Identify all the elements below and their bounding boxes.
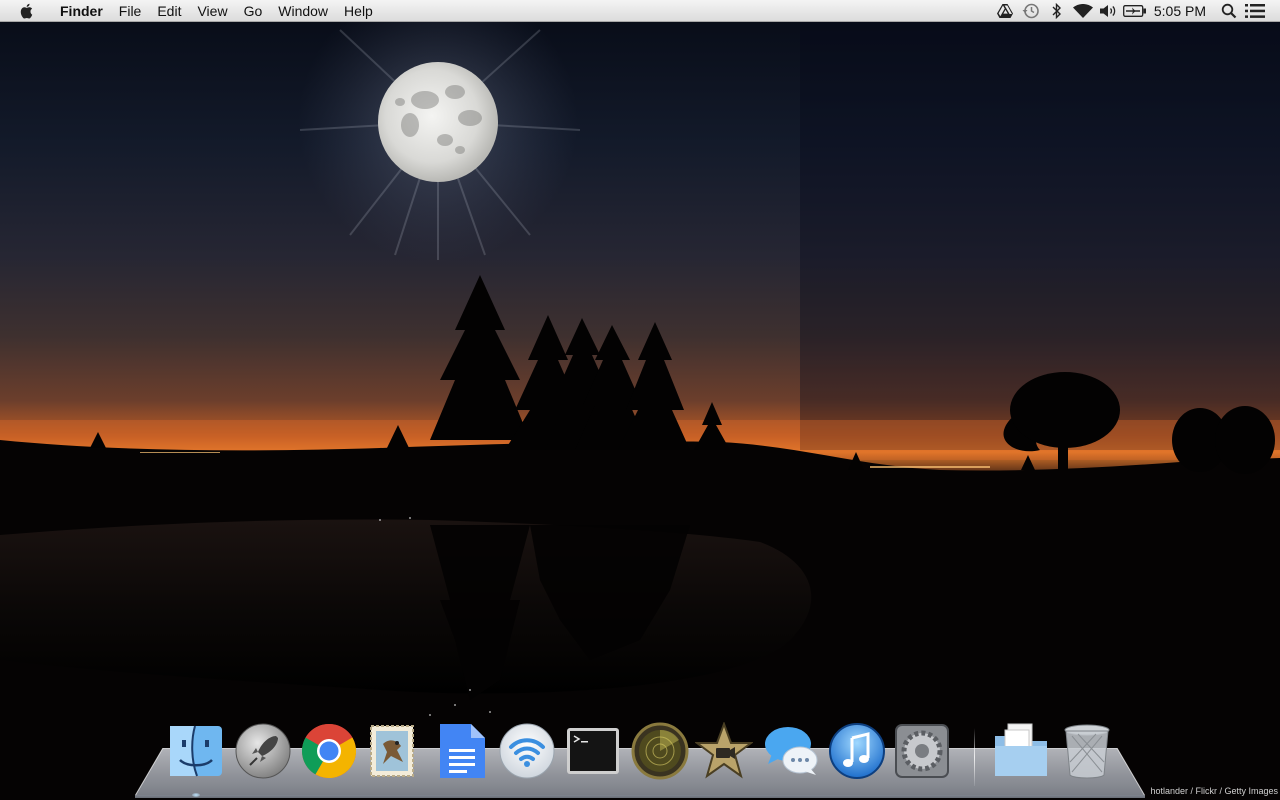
dock-item-messages[interactable] <box>761 721 821 781</box>
documents-folder-icon <box>995 723 1047 776</box>
wallpaper-credit: hotlander / Flickr / Getty Images <box>1150 786 1278 796</box>
dock-item-google-docs[interactable] <box>430 721 490 781</box>
dock-item-trash[interactable] <box>1057 721 1117 781</box>
menu-app-finder[interactable]: Finder <box>52 0 111 22</box>
system-preferences-gear-icon <box>895 724 949 778</box>
mail-stamp-icon <box>370 725 414 777</box>
dock-item-launchpad[interactable] <box>233 721 293 781</box>
dock-item-finder[interactable] <box>166 721 226 781</box>
dock-item-documents[interactable] <box>991 721 1051 781</box>
dock-item-itunes[interactable] <box>827 721 887 781</box>
radar-icon <box>631 722 689 780</box>
menu-bar: Finder File Edit View Go Window Help 5:0… <box>0 0 1280 22</box>
volume-icon[interactable] <box>1096 0 1122 22</box>
launchpad-rocket-icon <box>235 723 291 779</box>
time-machine-icon[interactable] <box>1018 0 1044 22</box>
dock-item-imovie[interactable] <box>694 721 754 781</box>
desktop-wallpaper <box>0 0 1280 800</box>
itunes-icon <box>829 723 885 779</box>
notification-center-icon[interactable] <box>1242 0 1268 22</box>
messages-bubbles-icon <box>765 727 818 775</box>
trash-can-icon <box>1064 724 1110 779</box>
dock-item-radar[interactable] <box>630 721 690 781</box>
dock-item-wifi-diagnostics[interactable] <box>497 721 557 781</box>
dock <box>0 721 1280 783</box>
menu-clock[interactable]: 5:05 PM <box>1148 3 1216 19</box>
dock-running-indicator-finder <box>192 793 200 797</box>
menu-help[interactable]: Help <box>336 0 381 22</box>
wifi-diagnostics-icon <box>499 723 555 779</box>
dock-item-system-preferences[interactable] <box>892 721 952 781</box>
menu-file[interactable]: File <box>111 0 150 22</box>
dock-item-terminal[interactable] <box>563 721 623 781</box>
bluetooth-icon[interactable] <box>1044 0 1070 22</box>
spotlight-search-icon[interactable] <box>1216 0 1242 22</box>
menu-window[interactable]: Window <box>270 0 336 22</box>
menu-view[interactable]: View <box>189 0 235 22</box>
menu-go[interactable]: Go <box>236 0 271 22</box>
terminal-icon <box>567 728 619 774</box>
menu-edit[interactable]: Edit <box>149 0 189 22</box>
google-docs-icon <box>440 724 485 778</box>
chrome-icon <box>301 723 357 779</box>
imovie-star-icon <box>695 722 753 779</box>
dock-item-mail[interactable] <box>362 721 422 781</box>
wifi-icon[interactable] <box>1070 0 1096 22</box>
apple-icon[interactable] <box>18 1 38 21</box>
finder-icon <box>170 725 222 777</box>
battery-icon[interactable] <box>1122 0 1148 22</box>
dock-item-chrome[interactable] <box>299 721 359 781</box>
google-drive-icon[interactable] <box>992 0 1018 22</box>
